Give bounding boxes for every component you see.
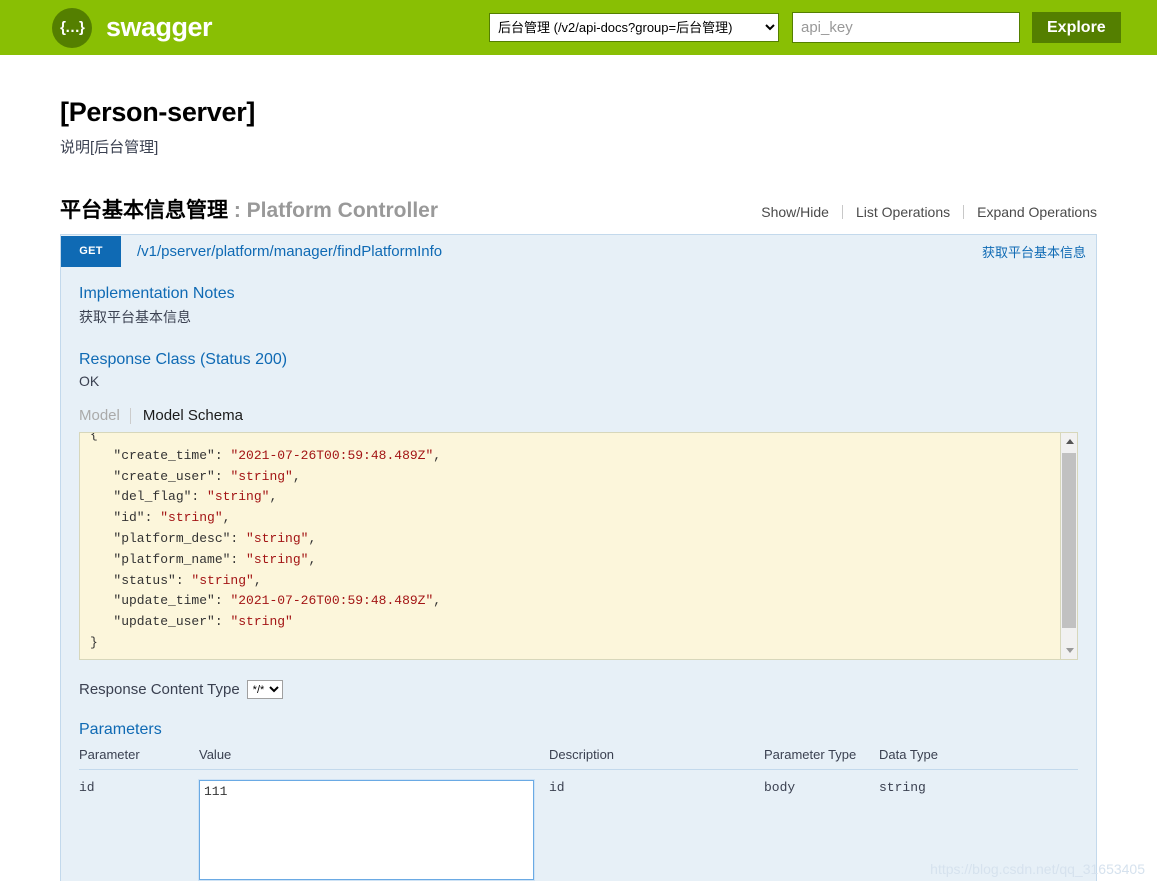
resource-controller: Platform Controller <box>246 199 439 222</box>
scroll-down-arrow-icon[interactable] <box>1061 642 1077 659</box>
resource-header: 平台基本信息管理 : Platform Controller Show/Hide… <box>60 194 1097 224</box>
resource-title: 平台基本信息管理 : Platform Controller <box>60 194 438 224</box>
table-header-row: Parameter Value Description Parameter Ty… <box>79 747 1078 770</box>
operation-block: GET /v1/pserver/platform/manager/findPla… <box>60 234 1097 881</box>
implementation-notes-title: Implementation Notes <box>79 285 235 302</box>
app-header: {…} swagger 后台管理 (/v2/api-docs?group=后台管… <box>0 0 1157 55</box>
cell-parameter-type: body <box>764 780 796 795</box>
response-content-type-row: Response Content Type */* <box>79 680 1078 699</box>
resource-operation-links: Show/Hide List Operations Expand Operati… <box>748 204 1097 220</box>
model-schema-panel[interactable]: { "create_time": "2021-07-26T00:59:48.48… <box>79 432 1078 660</box>
implementation-notes-text: 获取平台基本信息 <box>79 309 191 325</box>
model-schema-json: { "create_time": "2021-07-26T00:59:48.48… <box>90 432 442 650</box>
parameter-value-input[interactable] <box>198 779 535 881</box>
brand-logo-group[interactable]: {…} swagger <box>52 7 213 48</box>
operation-summary: 获取平台基本信息 <box>981 244 1086 260</box>
header-description: Description <box>549 747 764 770</box>
cell-data-type: string <box>879 780 926 795</box>
api-key-input[interactable] <box>792 12 1020 43</box>
operation-header[interactable]: GET /v1/pserver/platform/manager/findPla… <box>61 234 1096 267</box>
tab-model-schema[interactable]: Model Schema <box>131 407 243 424</box>
cell-parameter-name: id <box>79 780 95 795</box>
header-data-type: Data Type <box>879 747 1078 770</box>
header-value: Value <box>199 747 549 770</box>
cell-parameter-description: id <box>549 780 565 795</box>
brand-title: swagger <box>106 12 213 42</box>
page-subtitle: 说明[后台管理] <box>60 139 159 156</box>
operation-path[interactable]: /v1/pserver/platform/manager/findPlatfor… <box>137 243 442 260</box>
cell-parameter-value <box>198 770 549 881</box>
response-content-type-select[interactable]: */* <box>246 680 283 699</box>
scrollbar-thumb[interactable] <box>1062 453 1076 628</box>
expand-operations-link[interactable]: Expand Operations <box>964 204 1097 220</box>
api-docs-group-select[interactable]: 后台管理 (/v2/api-docs?group=后台管理) <box>489 13 779 42</box>
model-tabs: Model Model Schema <box>79 407 1078 424</box>
page-content: [Person-server] 说明[后台管理] 平台基本信息管理 : Plat… <box>0 55 1157 881</box>
parameters-title: Parameters <box>79 721 162 738</box>
explore-button[interactable]: Explore <box>1032 12 1121 43</box>
operation-method-badge: GET <box>61 235 121 267</box>
show-hide-link[interactable]: Show/Hide <box>748 204 842 220</box>
resource-separator: : <box>228 199 247 222</box>
header-parameter-type: Parameter Type <box>764 747 879 770</box>
operation-body: Implementation Notes 获取平台基本信息 Response C… <box>61 267 1096 881</box>
resource-name: 平台基本信息管理 <box>60 199 228 222</box>
header-parameter: Parameter <box>79 747 199 770</box>
response-class-text: OK <box>79 373 100 389</box>
parameters-table: Parameter Value Description Parameter Ty… <box>79 747 1078 881</box>
scroll-up-arrow-icon[interactable] <box>1061 433 1077 450</box>
list-operations-link[interactable]: List Operations <box>843 204 963 220</box>
response-content-type-label: Response Content Type <box>79 681 240 698</box>
header-controls: 后台管理 (/v2/api-docs?group=后台管理) Explore <box>489 12 1121 43</box>
response-class-title: Response Class (Status 200) <box>79 351 288 368</box>
tab-model[interactable]: Model <box>79 407 130 424</box>
schema-scrollbar[interactable] <box>1060 433 1077 659</box>
table-row: id id body string <box>79 770 1078 881</box>
page-title: [Person-server] <box>60 97 256 127</box>
swagger-logo-icon: {…} <box>52 7 92 48</box>
